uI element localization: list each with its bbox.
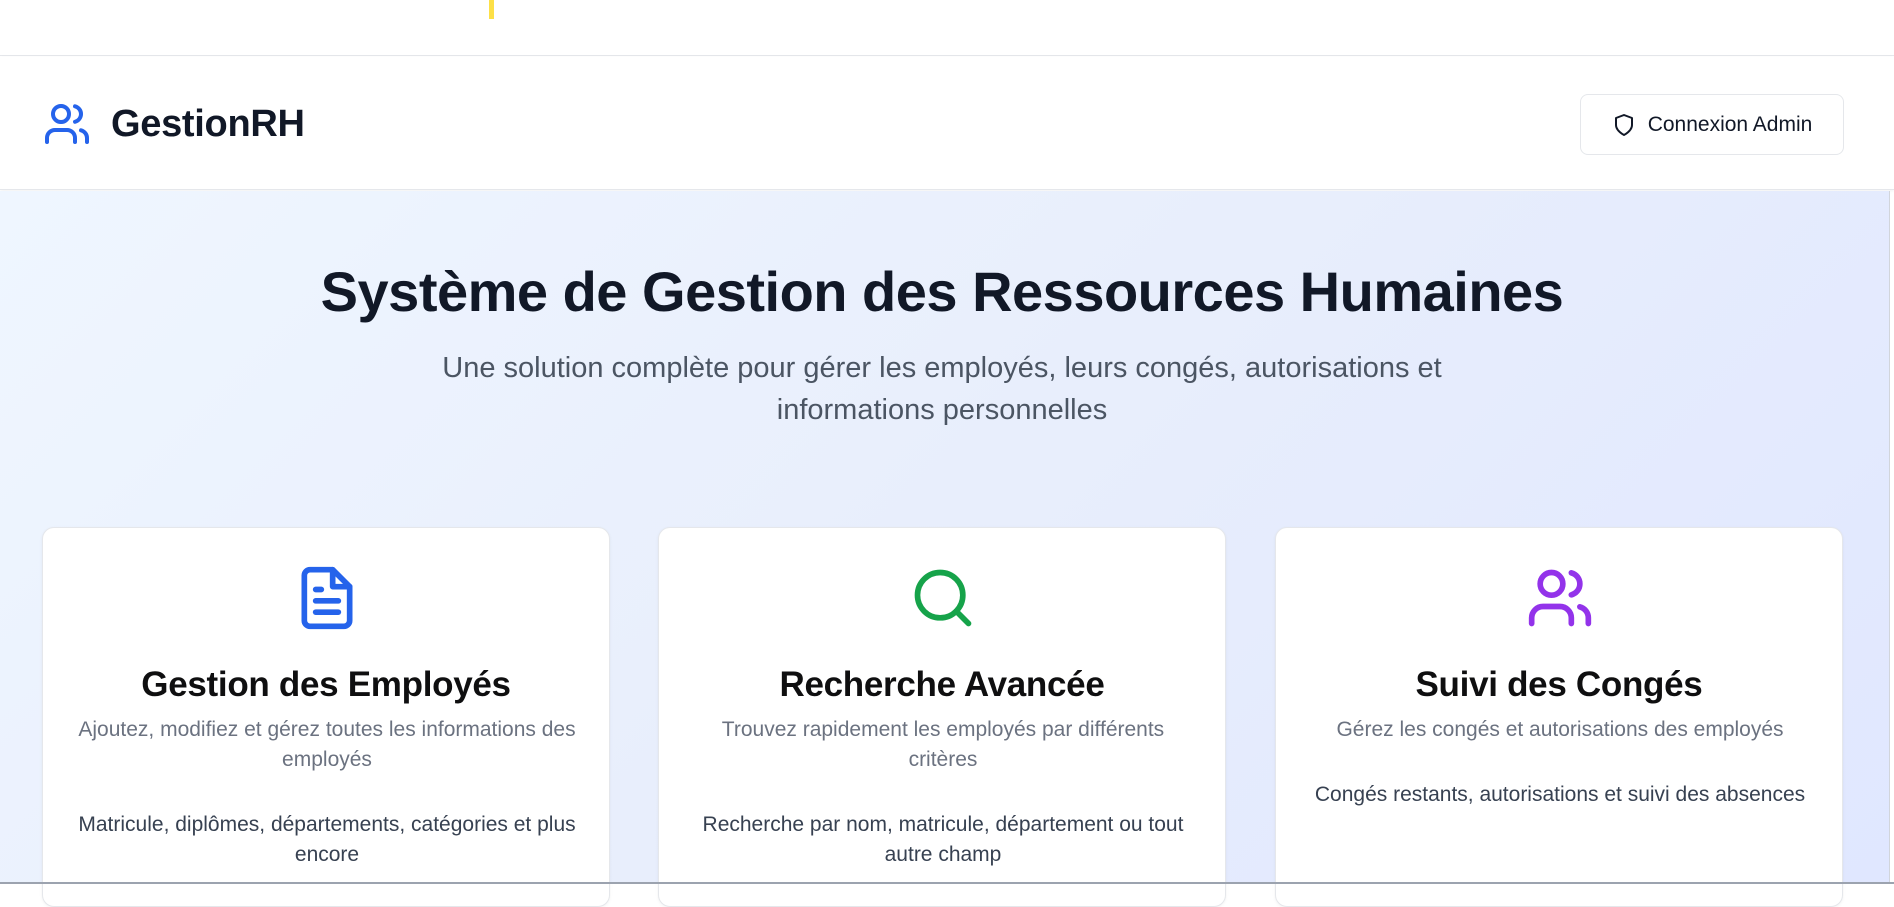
brand[interactable]: GestionRH [43,100,305,148]
feature-card-description: Trouvez rapidement les employés par diff… [721,718,1165,771]
feature-card-search: Recherche Avancée Trouvez rapidement les… [658,527,1226,907]
search-icon [914,569,972,627]
file-text-icon [301,566,353,630]
page-title: Système de Gestion des Ressources Humain… [320,260,1564,323]
navbar: GestionRH Connexion Admin [0,57,1894,190]
shield-icon [1614,113,1633,136]
hero-section: Système de Gestion des Ressources Humain… [0,191,1890,907]
feature-card-employees: Gestion des Employés Ajoutez, modifiez e… [42,527,610,907]
feature-card-description: Ajoutez, modifiez et gérez toutes les in… [78,718,576,771]
users-icon [45,104,89,144]
feature-card-description: Gérez les congés et autorisations des em… [1336,718,1784,741]
feature-card-detail: Recherche par nom, matricule, départemen… [702,813,1184,866]
feature-card-title: Recherche Avancée [779,665,1105,704]
feature-card-title: Gestion des Employés [141,665,511,704]
admin-login-label: Connexion Admin [1647,112,1813,136]
users-icon [1528,569,1592,627]
feature-card-leave: Suivi des Congés Gérez les congés et aut… [1275,527,1843,907]
browser-top-strip [0,0,1894,56]
feature-card-detail: Congés restants, autorisations et suivi … [1314,783,1806,806]
page-subtitle: Une solution complète pour gérer les emp… [442,352,1442,426]
feature-card-title: Suivi des Congés [1415,665,1703,704]
feature-card-detail: Matricule, diplômes, départements, catég… [78,813,576,866]
admin-login-button[interactable]: Connexion Admin [1580,94,1844,155]
brand-name: GestionRH [111,102,305,145]
text-caret-mark [489,0,494,19]
